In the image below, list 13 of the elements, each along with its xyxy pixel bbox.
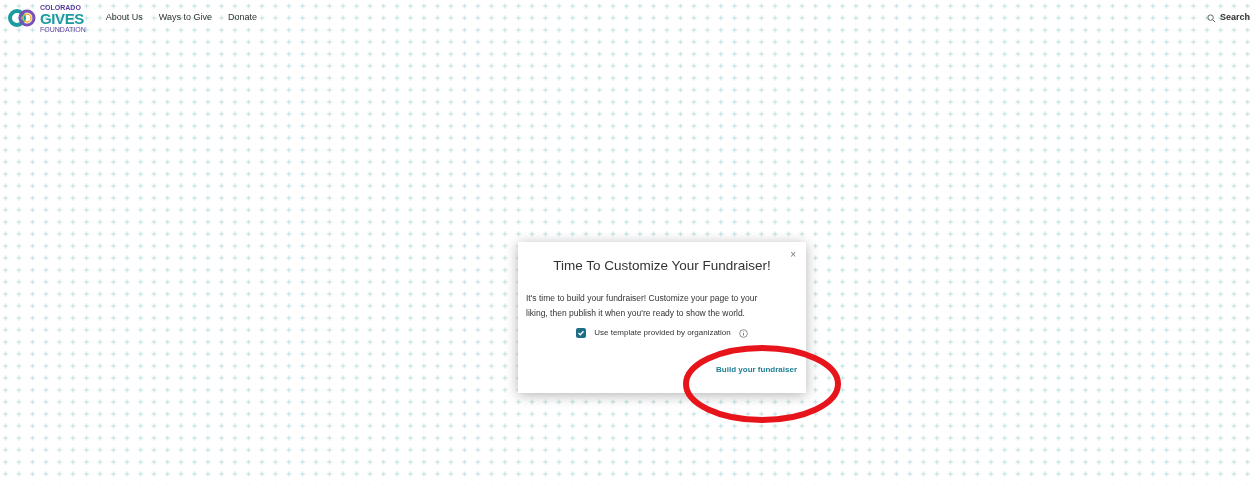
checkbox-label: Use template provided by organization [594,327,731,340]
logo-icon [8,8,36,28]
search-button[interactable]: Search [1206,11,1250,25]
nav-link[interactable]: About Us [105,11,143,25]
logo-main-text: GIVES [40,10,85,26]
build-fundraiser-link[interactable]: Build your fundraiser [716,364,797,377]
template-checkbox[interactable] [576,328,587,339]
close-button[interactable]: × [790,250,796,260]
modal-title: Time To Customize Your Fundraiser! [553,257,771,275]
modal-description: It's time to build your fundraiser! Customize your page to your liking, then publish it when you're ready to show the world. [526,292,759,321]
nav-link[interactable]: Ways to Give [158,11,212,25]
nav-link[interactable]: Donate [228,11,257,25]
search-icon [1206,13,1216,23]
